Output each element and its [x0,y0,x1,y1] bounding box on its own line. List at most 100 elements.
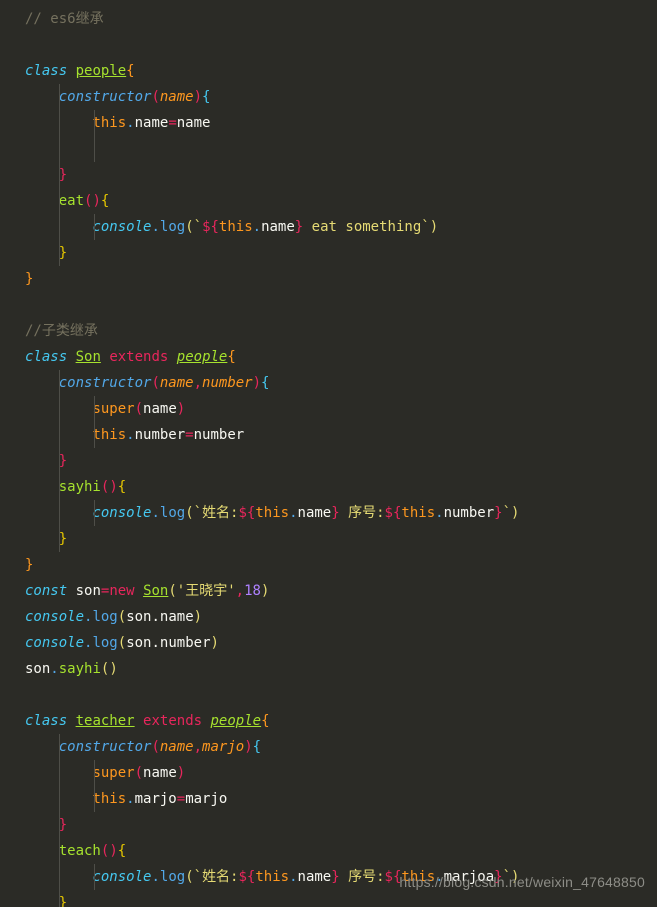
object-console: console [92,869,152,885]
code-line: } [0,240,657,266]
template-text [340,505,348,521]
value-marjo: marjo [185,791,228,807]
dot: . [289,505,298,521]
method-log: log [92,609,118,625]
indent-guide [59,136,60,162]
indent-guide [59,214,60,240]
indent-guide [59,110,60,136]
keyword-this: this [218,219,253,235]
property-name: name [134,115,169,131]
backtick: ` [193,869,203,885]
paren-close: ) [176,401,186,417]
value-name: name [176,115,211,131]
comma: , [193,739,203,755]
code-line: console.log(son.number) [0,630,657,656]
indent-guide [59,162,60,188]
paren-close: ) [92,193,101,209]
keyword-const: const [25,583,68,599]
keyword-this: this [92,427,127,443]
assign-operator: = [185,427,194,443]
template-expr-open: ${ [202,219,219,235]
code-content[interactable]: // es6继承 class people{ constructor(name)… [0,0,657,907]
dot: . [289,869,298,885]
code-line: } [0,266,657,292]
object-console: console [25,635,85,651]
var-son: son [75,583,101,599]
paren-close: ) [429,219,439,235]
comma: , [193,375,203,391]
keyword-this: this [255,505,290,521]
dot: . [151,505,160,521]
property-number: number [443,505,495,521]
paren-close: ) [109,843,118,859]
paren-close: ) [260,583,270,599]
brace-close: } [25,557,34,573]
brace-open: { [261,375,270,391]
dot: . [151,219,160,235]
template-expr-open: ${ [384,505,402,521]
keyword-this: this [401,505,436,521]
property-number: number [134,427,186,443]
indent-guide [94,214,95,240]
comment-token: //子类继承 [25,323,98,339]
param-marjo: marjo [202,739,245,755]
indent-guide [94,760,95,786]
template-text-xuhao: 序号: [348,505,385,521]
method-sayhi: sayhi [58,661,101,677]
indent-guide [59,448,60,474]
keyword-this: this [92,115,127,131]
paren-open: ( [117,609,127,625]
code-editor-screenshot: // es6继承 class people{ constructor(name)… [0,0,657,907]
code-line: } [0,526,657,552]
template-text [340,869,348,885]
method-log: log [159,219,186,235]
template-text-xuhao: 序号: [348,869,385,885]
code-line: this.marjo=marjo [0,786,657,812]
code-line: this.name=name [0,110,657,136]
indent-guide [59,188,60,214]
paren-open: ( [117,635,127,651]
dot: . [50,661,59,677]
code-line: this.number=number [0,422,657,448]
code-line: super(name) [0,760,657,786]
code-line: class people{ [0,58,657,84]
property-marjo: marjo [134,791,177,807]
param-number: number [202,375,253,391]
method-log: log [159,505,186,521]
code-line: sayhi(){ [0,474,657,500]
dot: . [435,505,444,521]
code-line: constructor(name,number){ [0,370,657,396]
var-son: son [126,609,152,625]
code-line: super(name) [0,396,657,422]
keyword-extends: extends [143,713,203,729]
keyword-new: new [109,583,135,599]
code-line: const son=new Son('王晓宇',18) [0,578,657,604]
dot: . [151,609,160,625]
code-line: } [0,448,657,474]
keyword-super: super [92,765,135,781]
method-eat: eat [58,193,85,209]
superclass-people: people [176,349,228,365]
method-sayhi: sayhi [58,479,101,495]
indent-guide [59,786,60,812]
brace-open: { [202,89,211,105]
code-line: teach(){ [0,838,657,864]
keyword-class: class [25,63,68,79]
class-name-son: Son [75,349,101,365]
code-line: constructor(name,marjo){ [0,734,657,760]
object-console: console [92,505,152,521]
property-name: name [261,219,295,235]
indent-guide [94,864,95,890]
indent-guide [94,500,95,526]
param-name: name [159,739,194,755]
keyword-constructor: constructor [58,739,152,755]
paren-close: ) [193,609,203,625]
paren-close: ) [244,739,253,755]
watermark-url: https://blog.csdn.net/weixin_47648850 [399,874,645,890]
dot: . [151,869,160,885]
